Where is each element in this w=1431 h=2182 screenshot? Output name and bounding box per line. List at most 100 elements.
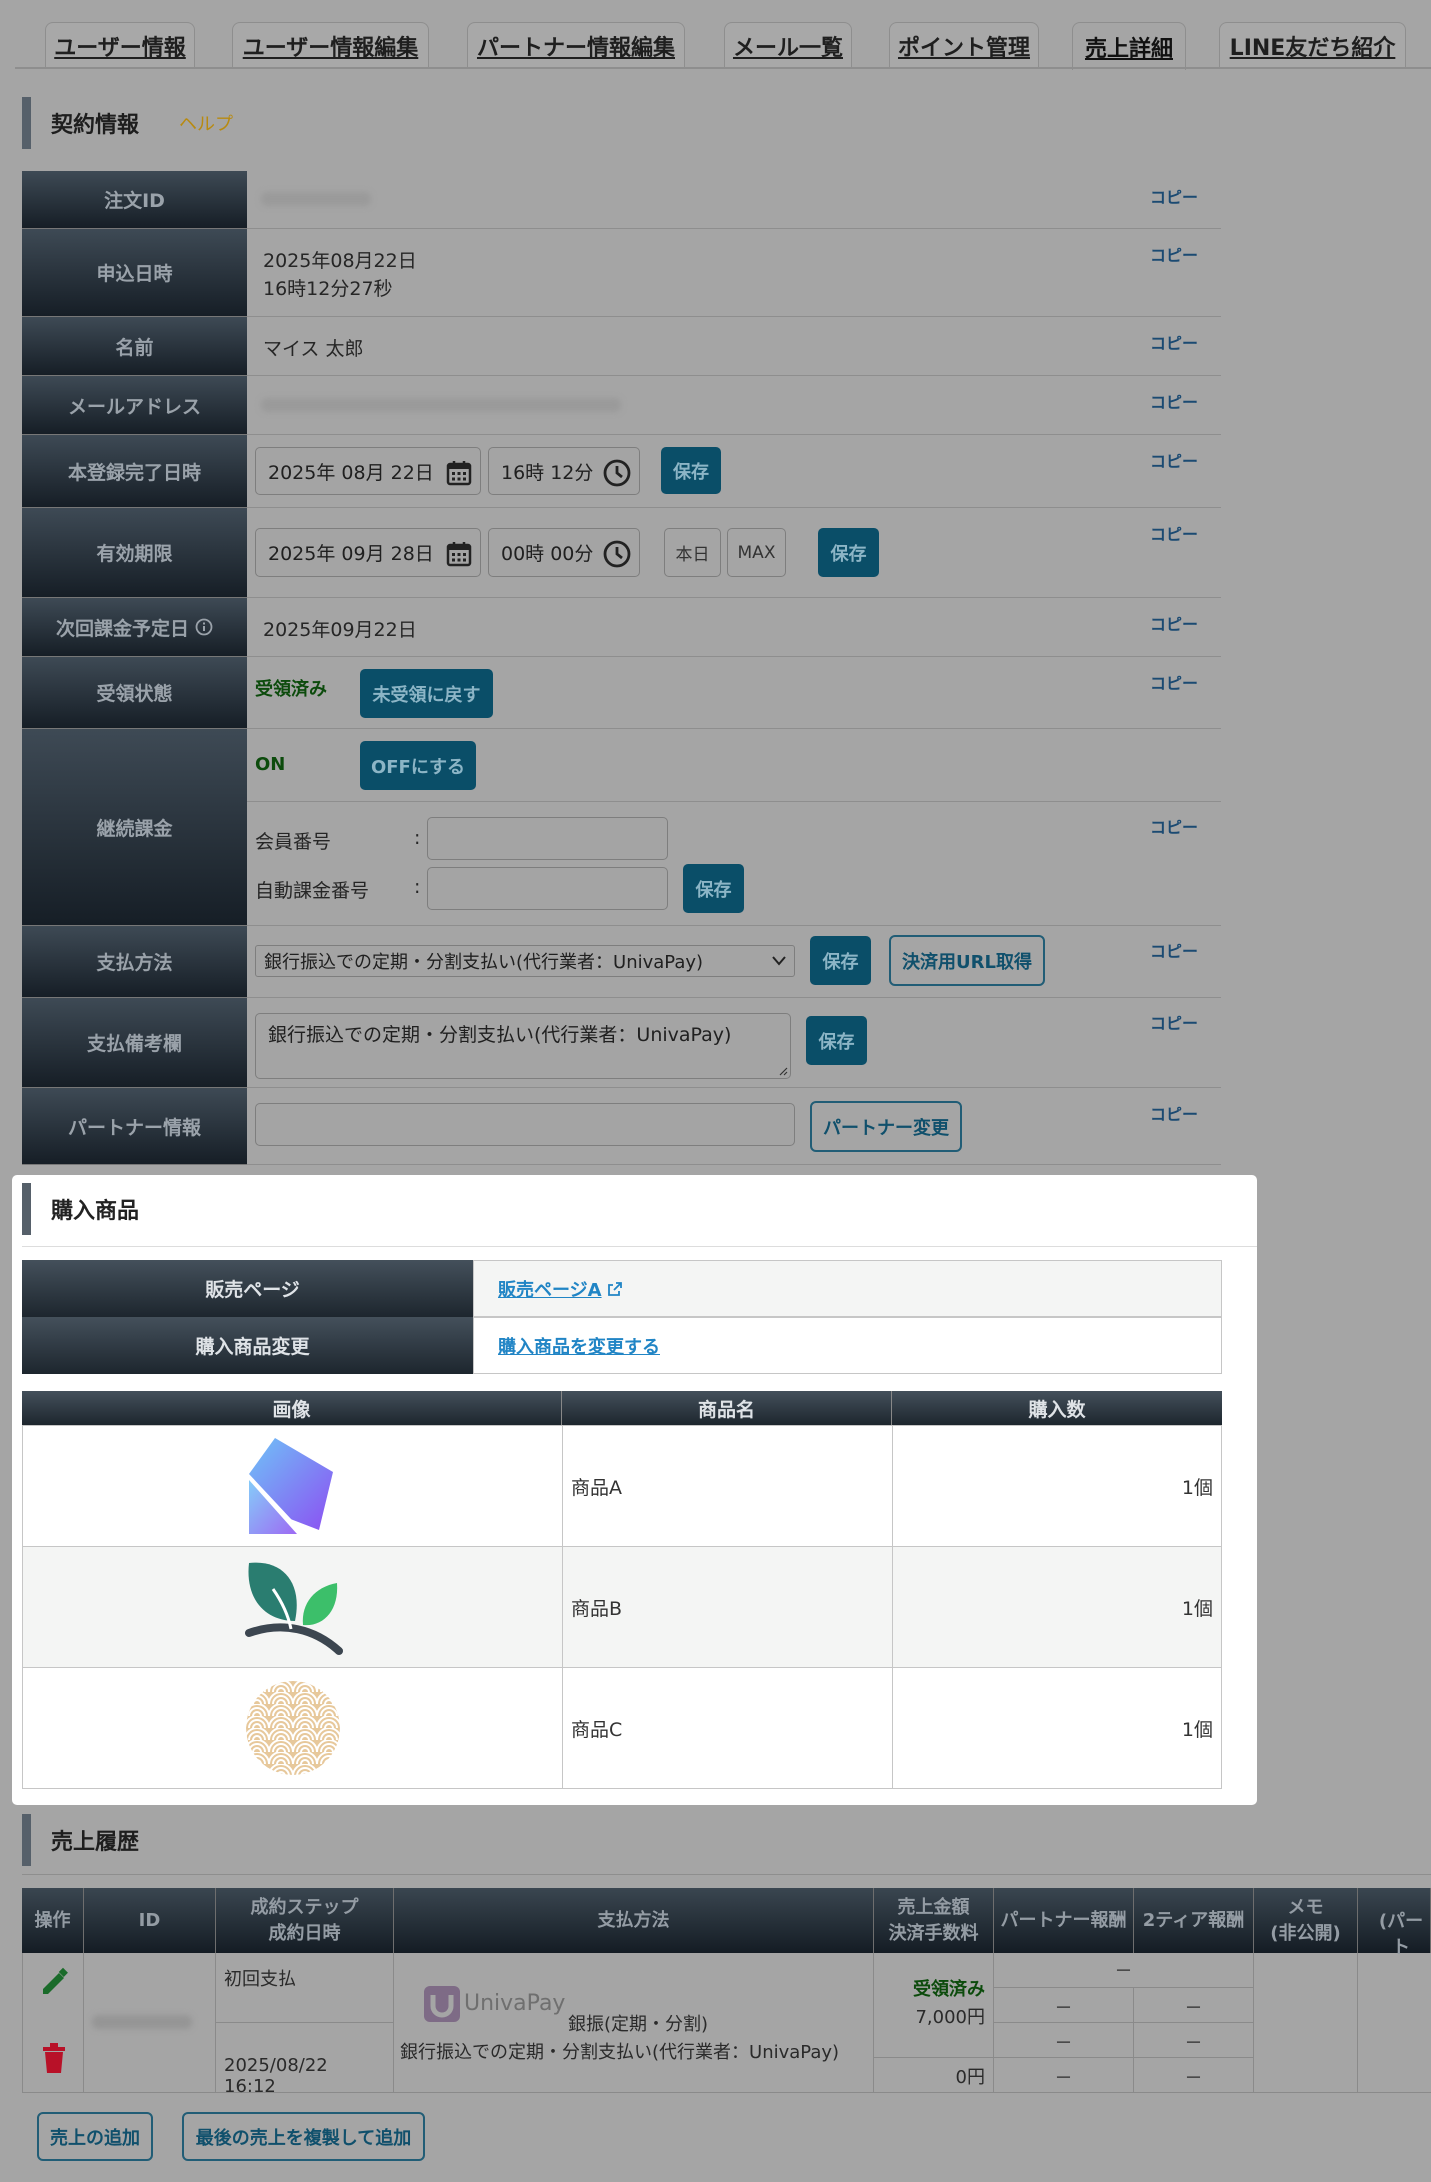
header-amount-line1: 売上金額 [897,1897,970,1919]
tab-divider [15,67,1431,69]
label-applied-at: 申込日時 [22,229,247,317]
univapay-logo-text: UnivaPay [464,1991,566,2016]
tab-line-referral[interactable]: LINE友だち紹介 [1219,22,1406,68]
trash-icon[interactable] [41,2043,67,2073]
copy-button[interactable]: コピー [1150,670,1198,694]
memo-cell [1254,1953,1358,2093]
label-order-id: 注文ID [22,171,247,229]
duplicate-last-sale-button[interactable]: 最後の売上を複製して追加 [182,2112,425,2161]
tab-sales-detail[interactable]: 売上詳細 [1072,22,1186,70]
copy-button[interactable]: コピー [1150,448,1198,472]
header-operation: 操作 [22,1888,84,1953]
green-leaf-icon [244,1562,343,1655]
copy-button[interactable]: コピー [1150,814,1198,838]
colon: : [414,827,421,849]
header-amount-line2: 決済手数料 [888,1922,979,1944]
expiry-save-button[interactable]: 保存 [818,528,879,577]
label-payment-method: 支払方法 [22,926,247,998]
label-receipt: 受領状態 [22,657,247,729]
copy-button[interactable]: コピー [1150,938,1198,962]
auto-billing-number-input[interactable] [427,867,668,910]
contract-title: 契約情報 [51,113,140,138]
max-button[interactable]: MAX [727,528,786,577]
sale-status: 受領済み [913,1979,985,2000]
registered-time-value: 16時 12分 [501,461,594,484]
member-number-input[interactable] [427,817,668,860]
change-partner-button[interactable]: パートナー変更 [810,1101,962,1152]
registered-date-input[interactable]: 2025年 08月 22日 [255,447,481,495]
help-link[interactable]: ヘルプ [179,110,233,136]
value-name-cell [247,317,1221,376]
copy-button[interactable]: コピー [1150,1010,1198,1034]
header-partner-reward: パートナー報酬 [994,1888,1134,1953]
payment-note-text: 銀行振込での定期・分割支払い(代行業者：UnivaPay) [268,1024,732,1046]
header-memo-line2: (非公開) [1270,1922,1341,1944]
label-partner-info: パートナー情報 [22,1088,247,1165]
purchase-section-header: 購入商品 [22,1183,139,1235]
value-email [247,376,1221,435]
today-button[interactable]: 本日 [664,528,721,577]
change-product-link[interactable]: 購入商品を変更する [498,1333,660,1359]
mark-unreceived-button[interactable]: 未受領に戻す [360,669,493,718]
copy-button[interactable]: コピー [1150,330,1198,354]
payment-method-select[interactable]: 銀行振込での定期・分割支払い(代行業者：UnivaPay) [255,945,795,977]
product-name: 商品B [562,1546,893,1668]
resize-handle-icon[interactable] [778,1066,788,1076]
value-sales-page: 販売ページA [473,1260,1222,1317]
purple-gem-icon [248,1438,333,1534]
auto-billing-number-label: 自動課金番号 [255,880,370,902]
copy-button[interactable]: コピー [1150,521,1198,545]
applied-date: 2025年08月22日 [263,250,417,272]
partner-reward: － [994,2058,1134,2093]
tab-user-edit[interactable]: ユーザー情報編集 [232,22,429,68]
copy-button[interactable]: コピー [1150,611,1198,635]
chevron-down-icon [772,956,786,966]
blurred-sale-id [92,2015,192,2029]
header-step-line1: 成約ステップ [250,1897,359,1919]
label-payment-note: 支払備考欄 [22,998,247,1088]
expiry-time-input[interactable]: 00時 00分 [488,528,640,577]
tab-points[interactable]: ポイント管理 [889,22,1039,68]
copy-button[interactable]: コピー [1150,389,1198,413]
label-change-product: 購入商品変更 [22,1317,483,1374]
product-name: 商品A [562,1425,893,1547]
label-next-billing: 次回課金予定日 [22,598,247,657]
get-payment-url-button[interactable]: 決済用URL取得 [889,935,1045,986]
edit-icon[interactable] [39,1967,69,1997]
payment-method-selected: 銀行振込での定期・分割支払い(代行業者：UnivaPay) [264,952,704,973]
payment-method-full: 銀行振込での定期・分割支払い(代行業者：UnivaPay) [400,2042,840,2063]
value-applied-at [247,229,1221,317]
operation-cell [22,1953,84,2093]
payment-note-textarea[interactable]: 銀行振込での定期・分割支払い(代行業者：UnivaPay) [255,1013,791,1079]
partner-reward: － [994,2023,1134,2058]
label-continuous-billing: 継続課金 [22,729,247,926]
tab-user-info[interactable]: ユーザー情報 [45,22,195,68]
copy-button[interactable]: コピー [1150,184,1198,208]
product-qty: 1個 [892,1425,1222,1547]
tab-partner-edit[interactable]: パートナー情報編集 [467,22,685,68]
header-memo: メモ (非公開) [1254,1888,1358,1953]
continuous-save-button[interactable]: 保存 [683,864,744,913]
registered-save-button[interactable]: 保存 [661,447,721,494]
copy-button[interactable]: コピー [1150,242,1198,266]
univapay-logo-icon [424,1986,460,2022]
info-icon[interactable] [195,618,213,636]
external-link-icon[interactable] [607,1281,622,1296]
history-title: 売上履歴 [51,1830,140,1855]
expiry-date-input[interactable]: 2025年 09月 28日 [255,528,481,577]
partner-input[interactable] [255,1103,795,1146]
tier2-reward: － [1134,2023,1254,2058]
sales-page-link[interactable]: 販売ページA [498,1276,602,1302]
payment-note-save-button[interactable]: 保存 [806,1016,867,1065]
blurred-email [261,398,621,412]
registered-time-input[interactable]: 16時 12分 [488,447,640,495]
calendar-icon [446,461,472,486]
turn-off-button[interactable]: OFFにする [360,741,476,790]
product-qty: 1個 [892,1667,1222,1789]
tab-mail-list[interactable]: メール一覧 [724,22,852,68]
add-sale-button[interactable]: 売上の追加 [37,2112,153,2161]
payment-save-button[interactable]: 保存 [810,936,871,985]
continuous-status: ON [255,754,286,775]
partner-cut-cell [1358,1953,1431,2093]
copy-button[interactable]: コピー [1150,1101,1198,1125]
